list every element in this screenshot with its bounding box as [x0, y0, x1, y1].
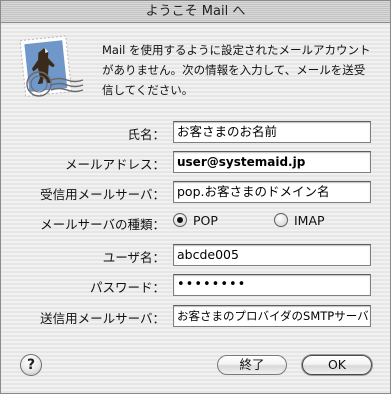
quit-button[interactable]: 終了 [217, 355, 287, 375]
password-field[interactable]: •••••••• [173, 274, 371, 296]
radio-imap[interactable]: IMAP [274, 211, 325, 229]
radio-pop[interactable]: POP [173, 211, 218, 229]
server-type-label: メールサーバの種類： [40, 217, 165, 232]
intro-text: Mail を使用するように設定されたメールアカウントがありません。次の情報を入力… [102, 43, 371, 97]
email-field[interactable]: user@systemaid.jp [173, 151, 371, 173]
incoming-server-label: 受信用メールサーバ： [40, 187, 165, 202]
radio-pop-button[interactable] [173, 213, 187, 227]
radio-pop-label: POP [193, 212, 218, 228]
help-button[interactable]: ? [20, 354, 42, 376]
radio-imap-label: IMAP [294, 212, 325, 228]
name-field[interactable]: お客さまのお名前 [173, 121, 371, 143]
radio-imap-button[interactable] [274, 213, 288, 227]
username-field[interactable]: abcde005 [173, 244, 371, 266]
email-label: メールアドレス： [64, 157, 165, 172]
radio-selected-dot [177, 217, 183, 223]
username-label: ユーザ名： [102, 250, 165, 265]
welcome-to-mail-dialog: ようこそ Mail へ Mail を使用するように設定されたメールアカウントがあ… [0, 0, 391, 394]
mail-stamp-eagle-icon [13, 34, 87, 104]
ok-button[interactable]: OK [302, 355, 372, 375]
outgoing-server-label: 送信用メールサーバ： [40, 311, 165, 326]
incoming-server-field[interactable]: pop.お客さまのドメイン名 [173, 181, 371, 203]
outgoing-server-field[interactable]: お客さまのプロバイダのSMTPサーバ [173, 305, 371, 327]
window-title: ようこそ Mail へ [1, 1, 390, 23]
name-label: 氏名： [127, 127, 165, 142]
password-label: パスワード： [89, 280, 165, 295]
